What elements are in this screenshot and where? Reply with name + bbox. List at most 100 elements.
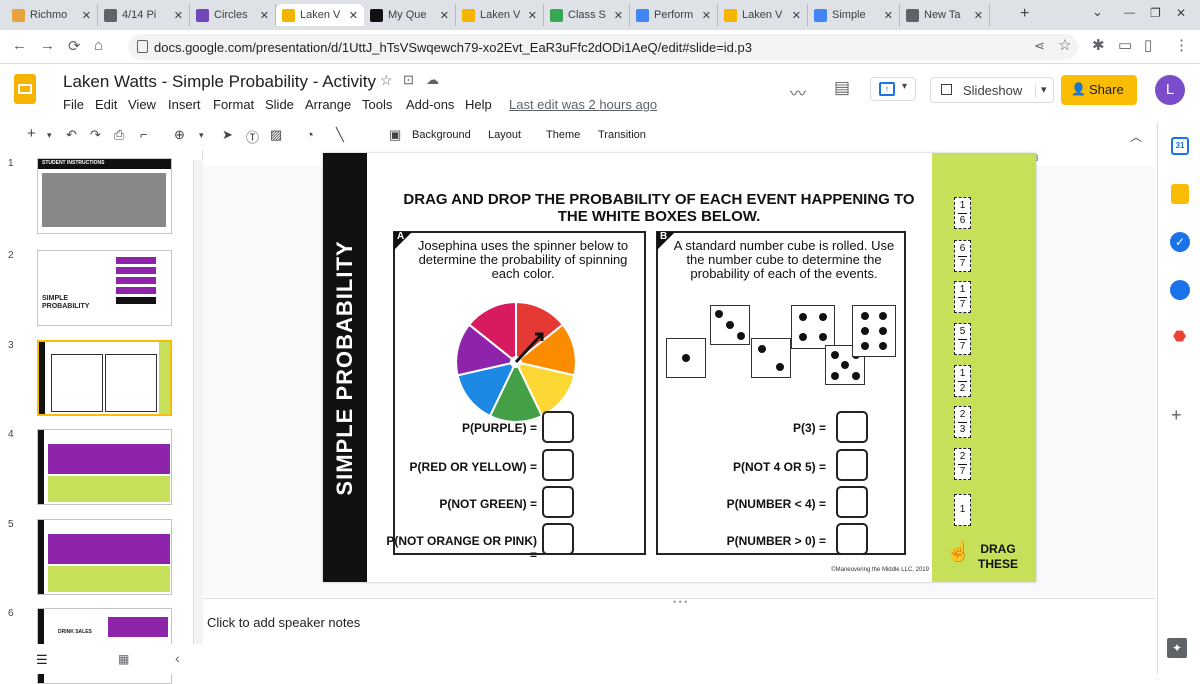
chevron-down-icon[interactable]: ▾	[1041, 83, 1047, 96]
browser-tab[interactable]: Richmo ✕	[6, 4, 98, 26]
extensions-icon[interactable]: ✱	[1092, 36, 1105, 54]
theme-button[interactable]: Theme	[546, 129, 580, 141]
new-slide-icon[interactable]: +	[27, 125, 36, 142]
avatar[interactable]: L	[1155, 75, 1185, 105]
fraction-card[interactable]: 67	[954, 240, 971, 272]
notes-resize-handle[interactable]: • • •	[673, 597, 687, 607]
menu-tools[interactable]: Tools	[362, 97, 392, 112]
current-slide[interactable]: SIMPLE PROBABILITY DRAG AND DROP THE PRO…	[323, 153, 1036, 582]
tab-search-icon[interactable]: ⌄	[1092, 4, 1103, 20]
close-icon[interactable]: ✕	[884, 9, 893, 22]
slide-thumbnail[interactable]	[37, 340, 172, 416]
layout-button[interactable]: Layout	[488, 129, 521, 141]
slide-thumbnail[interactable]: STUDENT INSTRUCTIONS	[37, 158, 172, 234]
line-icon[interactable]: ╲	[336, 127, 344, 143]
fraction-card[interactable]: 1	[954, 494, 971, 526]
grid-view-icon[interactable]: ▦	[118, 652, 129, 666]
transition-button[interactable]: Transition	[598, 129, 646, 141]
menu-format[interactable]: Format	[213, 97, 254, 112]
list-view-icon[interactable]: ☰	[36, 652, 48, 668]
browser-tab[interactable]: Laken V ✕	[718, 4, 808, 26]
fraction-card[interactable]: 57	[954, 323, 971, 355]
answer-drop-box[interactable]	[836, 411, 868, 443]
paint-format-icon[interactable]: ⌐	[140, 127, 148, 142]
background-button[interactable]: Background	[412, 129, 471, 141]
fraction-card[interactable]: 12	[954, 365, 971, 397]
sidebar-icon[interactable]: ▯	[1144, 36, 1152, 54]
undo-icon[interactable]: ↶	[66, 127, 77, 143]
browser-tab[interactable]: Perform ✕	[630, 4, 718, 26]
get-addons-icon[interactable]: +	[1171, 405, 1182, 426]
fraction-card[interactable]: 17	[954, 281, 971, 313]
browser-tab[interactable]: New Ta ✕	[900, 4, 990, 26]
reload-icon[interactable]: ⟳	[68, 37, 81, 55]
restore-icon[interactable]: ❐	[1150, 6, 1161, 20]
close-icon[interactable]: ✕	[174, 9, 183, 22]
menu-edit[interactable]: Edit	[95, 97, 117, 112]
arrow-right-icon[interactable]: →	[40, 37, 55, 54]
slide-thumbnail[interactable]: SIMPLE PROBABILITY	[37, 250, 172, 326]
speaker-notes[interactable]: Click to add speaker notes • • •	[203, 597, 1155, 658]
fraction-card[interactable]: 27	[954, 448, 971, 480]
menu-help[interactable]: Help	[465, 97, 492, 112]
text-box-icon[interactable]: Ⓣ	[246, 127, 259, 146]
close-icon[interactable]: ✕	[528, 9, 537, 22]
fraction-card[interactable]: 16	[954, 197, 971, 229]
close-icon[interactable]: ✕	[440, 9, 449, 22]
close-icon[interactable]: ✕	[702, 9, 711, 22]
browser-tab[interactable]: Circles ✕	[190, 4, 276, 26]
contacts-icon[interactable]	[1170, 280, 1190, 300]
menu-view[interactable]: View	[128, 97, 156, 112]
document-title[interactable]: Laken Watts - Simple Probability - Activ…	[63, 72, 376, 92]
collapse-toolbar-icon[interactable]: ︿	[1130, 128, 1142, 145]
activity-icon[interactable]: 〰	[790, 80, 806, 104]
answer-drop-box[interactable]	[836, 449, 868, 481]
browser-menu-icon[interactable]: ⋮	[1174, 36, 1189, 54]
explore-icon[interactable]: ✦	[1167, 638, 1187, 658]
answer-drop-box[interactable]	[542, 486, 574, 518]
comments-icon[interactable]: ▤	[834, 78, 850, 98]
browser-tab[interactable]: Class S ✕	[544, 4, 630, 26]
slides-logo-icon[interactable]	[14, 74, 36, 104]
menu-addons[interactable]: Add-ons	[406, 97, 454, 112]
url-input[interactable]: docs.google.com/presentation/d/1UttJ_hTs…	[128, 34, 1078, 60]
slide-thumbnail[interactable]	[37, 429, 172, 505]
maps-icon[interactable]: ⬣	[1173, 327, 1186, 345]
answer-drop-box[interactable]	[542, 523, 574, 555]
select-icon[interactable]: ➤	[222, 127, 233, 143]
comment-icon[interactable]: ▣	[389, 127, 401, 143]
redo-icon[interactable]: ↷	[90, 127, 101, 143]
menu-arrange[interactable]: Arrange	[305, 97, 351, 112]
answer-drop-box[interactable]	[542, 411, 574, 443]
browser-tab[interactable]: 4/14 Pi ✕	[98, 4, 190, 26]
menu-file[interactable]: File	[63, 97, 84, 112]
close-window-icon[interactable]: ✕	[1176, 6, 1186, 20]
present-new-button[interactable]: ↑ ▾	[870, 77, 916, 101]
print-icon[interactable]: ⎙	[114, 127, 124, 143]
share-page-icon[interactable]: ⋖	[1034, 38, 1045, 54]
slide-thumbnail[interactable]	[37, 519, 172, 595]
calendar-icon[interactable]: 31	[1171, 137, 1189, 155]
arrow-left-icon[interactable]: ←	[12, 37, 27, 54]
browser-tab[interactable]: Laken V ✕	[276, 4, 364, 26]
browser-tab[interactable]: Laken V ✕	[456, 4, 544, 26]
tasks-icon[interactable]: ✓	[1170, 232, 1190, 252]
slideshow-button[interactable]: Slideshow ▾	[930, 77, 1054, 103]
cloud-status-icon[interactable]: ☁	[426, 72, 439, 88]
keep-icon[interactable]	[1171, 184, 1189, 204]
home-icon[interactable]: ⌂	[94, 37, 103, 54]
answer-drop-box[interactable]	[836, 486, 868, 518]
chevron-down-icon[interactable]: ▾	[199, 130, 204, 141]
close-icon[interactable]: ✕	[82, 9, 91, 22]
move-folder-icon[interactable]: ⊡	[403, 72, 414, 88]
zoom-icon[interactable]: ⊕	[174, 127, 185, 143]
chevron-right-icon[interactable]: ›	[1172, 643, 1177, 659]
close-icon[interactable]: ✕	[260, 9, 269, 22]
close-icon[interactable]: ✕	[349, 9, 358, 22]
browser-tab[interactable]: Simple ✕	[808, 4, 900, 26]
close-icon[interactable]: ✕	[792, 9, 801, 22]
menu-insert[interactable]: Insert	[168, 97, 201, 112]
shape-icon[interactable]: ◔	[306, 127, 314, 142]
share-button[interactable]: 👤 Share	[1061, 75, 1137, 105]
cast-icon[interactable]: ▭	[1118, 36, 1132, 54]
